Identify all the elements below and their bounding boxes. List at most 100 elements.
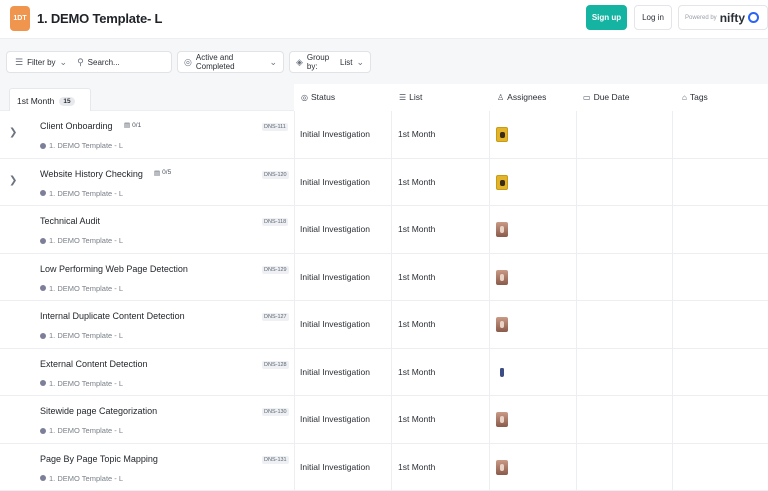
task-name[interactable]: External Content Detection	[40, 359, 148, 369]
assignee-avatar[interactable]	[496, 459, 508, 475]
task-status[interactable]: Initial Investigation	[300, 177, 370, 187]
task-status[interactable]: Initial Investigation	[300, 414, 370, 424]
group-tab-1st-month[interactable]: 1st Month 15	[9, 88, 91, 113]
column-status[interactable]: ◎ Status	[301, 92, 335, 102]
task-list-name[interactable]: 1st Month	[398, 367, 435, 377]
task-name[interactable]: Client Onboarding	[40, 121, 113, 131]
powered-by-badge[interactable]: Powered by nifty	[678, 5, 768, 30]
column-header: 1st Month 15 ◎ Status ☰ List ♙ Assignees…	[0, 84, 768, 113]
group-by-value: List	[340, 57, 353, 67]
task-list-name[interactable]: 1st Month	[398, 319, 435, 329]
task-name[interactable]: Internal Duplicate Content Detection	[40, 311, 185, 321]
table-row[interactable]: Low Performing Web Page Detection 1. DEM…	[0, 253, 768, 301]
assignee-avatar[interactable]	[496, 127, 508, 142]
table-row[interactable]: Internal Duplicate Content Detection 1. …	[0, 301, 768, 349]
task-code-badge: DNS-118	[262, 218, 289, 226]
nifty-logo-icon	[748, 12, 760, 23]
project-label: 1. DEMO Template - L	[40, 379, 123, 388]
task-name[interactable]: Low Performing Web Page Detection	[40, 264, 188, 274]
table-row[interactable]: Technical Audit 1. DEMO Template - L DNS…	[0, 206, 768, 254]
assignee-avatar[interactable]	[496, 174, 508, 190]
group-by-dropdown[interactable]: ◈ Group by: List ⌄	[289, 51, 371, 73]
search-icon: ⚲	[77, 56, 84, 67]
table-row[interactable]: Page By Page Topic Mapping 1. DEMO Templ…	[0, 443, 768, 491]
project-name: 1. DEMO Template - L	[49, 283, 124, 293]
assignee-avatar[interactable]	[496, 365, 508, 380]
layers-icon: ◈	[296, 56, 303, 67]
group-count-badge: 15	[59, 96, 75, 106]
task-status[interactable]: Initial Investigation	[300, 129, 370, 139]
table-row[interactable]: ❯ Client Onboarding ▤ 0/1 1. DEMO Templat…	[0, 111, 768, 159]
project-icon	[40, 190, 46, 196]
task-status[interactable]: Initial Investigation	[300, 272, 370, 282]
column-list[interactable]: ☰ List	[399, 92, 422, 102]
task-name[interactable]: Sitewide page Categorization	[40, 406, 157, 416]
project-icon	[40, 427, 46, 434]
subtask-icon: ▤	[124, 122, 131, 129]
brand-name: nifty	[719, 10, 746, 25]
group-by-label: Group by:	[306, 53, 330, 71]
project-icon	[40, 475, 46, 481]
chevron-down-icon[interactable]: ⌄	[60, 57, 68, 68]
status-filter-label: Active and Completed	[195, 53, 235, 71]
column-tags[interactable]: ⌂ Tags	[682, 92, 708, 102]
task-status[interactable]: Initial Investigation	[300, 224, 370, 234]
column-due-date[interactable]: ▭ Due Date	[583, 92, 629, 102]
task-status[interactable]: Initial Investigation	[300, 367, 370, 377]
task-code-badge: DNS-131	[262, 455, 289, 464]
assignee-avatar[interactable]	[496, 412, 508, 427]
project-icon	[40, 142, 46, 149]
toolbar: ☰ Filter by ⌄ ⚲ ◎ Active and Completed ⌄…	[0, 38, 768, 84]
table-row[interactable]: External Content Detection 1. DEMO Templ…	[0, 348, 768, 396]
assignee-avatar[interactable]	[496, 269, 508, 285]
assignee-avatar[interactable]	[496, 317, 508, 332]
task-list-name[interactable]: 1st Month	[398, 129, 435, 139]
subtask-count: ▤ 0/1	[124, 121, 142, 130]
group-label: 1st Month	[17, 96, 55, 106]
status-filter-dropdown[interactable]: ◎ Active and Completed ⌄	[177, 51, 284, 73]
project-icon	[40, 237, 46, 244]
signup-button[interactable]: Sign up	[586, 5, 627, 30]
table-row[interactable]: Sitewide page Categorization 1. DEMO Tem…	[0, 396, 768, 444]
task-status[interactable]: Initial Investigation	[300, 462, 370, 472]
project-name: 1. DEMO Template - L	[49, 236, 124, 245]
tag-icon: ⌂	[682, 92, 687, 102]
app-header: 1DT 1. DEMO Template- L Sign up Log in P…	[0, 0, 768, 38]
task-list-name[interactable]: 1st Month	[398, 462, 435, 472]
task-code-badge: DNS-111	[262, 123, 288, 131]
task-list-name[interactable]: 1st Month	[398, 272, 435, 282]
column-status-label: Status	[310, 92, 336, 102]
search-input[interactable]	[87, 57, 160, 67]
login-button[interactable]: Log in	[634, 5, 672, 30]
subtask-count-text: 0/1	[132, 121, 142, 129]
assignee-avatar[interactable]	[496, 222, 508, 237]
chevron-down-icon: ⌄	[356, 56, 364, 67]
task-list-name[interactable]: 1st Month	[398, 177, 435, 187]
task-list-name[interactable]: 1st Month	[398, 224, 435, 234]
project-name: 1. DEMO Template - L	[49, 141, 124, 150]
task-list: ❯ Client Onboarding ▤ 0/1 1. DEMO Templat…	[0, 111, 768, 491]
expand-chevron-icon[interactable]: ❯	[9, 127, 17, 138]
task-list-name[interactable]: 1st Month	[398, 414, 435, 424]
task-name[interactable]: Technical Audit	[40, 216, 100, 226]
list-icon: ☰	[399, 92, 407, 102]
column-tags-label: Tags	[689, 92, 708, 102]
project-label: 1. DEMO Template - L	[40, 236, 123, 245]
project-name: 1. DEMO Template - L	[49, 473, 124, 483]
subtask-count-text: 0/5	[162, 169, 172, 176]
project-label: 1. DEMO Template - L	[40, 284, 123, 293]
project-icon	[40, 380, 46, 386]
task-name[interactable]: Page By Page Topic Mapping	[40, 454, 158, 464]
project-logo[interactable]: 1DT	[10, 6, 30, 31]
task-status[interactable]: Initial Investigation	[300, 319, 370, 329]
task-name[interactable]: Website History Checking	[40, 169, 143, 179]
task-code-badge: DNS-130	[262, 408, 289, 416]
task-code-badge: DNS-128	[262, 360, 289, 369]
column-assignees-label: Assignees	[507, 92, 547, 102]
column-assignees[interactable]: ♙ Assignees	[497, 92, 546, 102]
chevron-down-icon: ⌄	[269, 56, 277, 67]
table-row[interactable]: ❯ Website History Checking ▤ 0/5 1. DEMO …	[0, 158, 768, 206]
filter-by-button[interactable]: Filter by	[27, 58, 55, 67]
expand-chevron-icon[interactable]: ❯	[9, 175, 17, 186]
filter-search-bar: ☰ Filter by ⌄ ⚲	[6, 51, 172, 73]
